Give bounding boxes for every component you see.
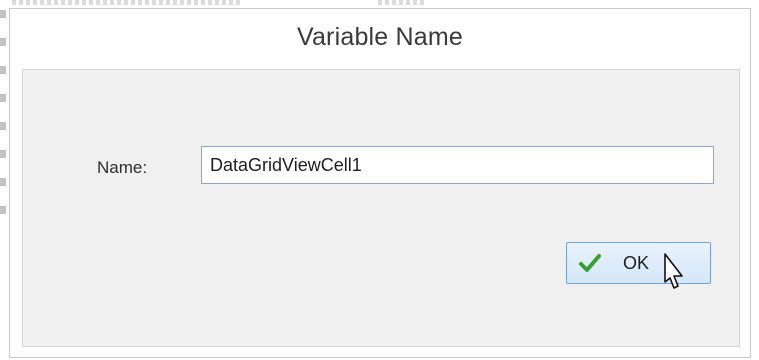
screen: Variable Name Name: OK [0,0,759,360]
background-window-edge-left [0,10,6,220]
ok-button-label: OK [623,253,650,273]
variable-name-dialog: Variable Name Name: OK [9,8,751,358]
ok-button[interactable]: OK [566,242,711,284]
mouse-pointer-icon [664,253,683,289]
green-check-icon [579,254,601,272]
dialog-title: Variable Name [296,23,464,51]
background-text-fragment [378,0,426,5]
dialog-titlebar[interactable]: Variable Name [10,9,750,69]
name-label: Name: [97,158,148,177]
name-input[interactable] [201,146,714,184]
background-text-fragment [12,0,240,5]
dialog-client-area: Name: OK [22,69,740,347]
